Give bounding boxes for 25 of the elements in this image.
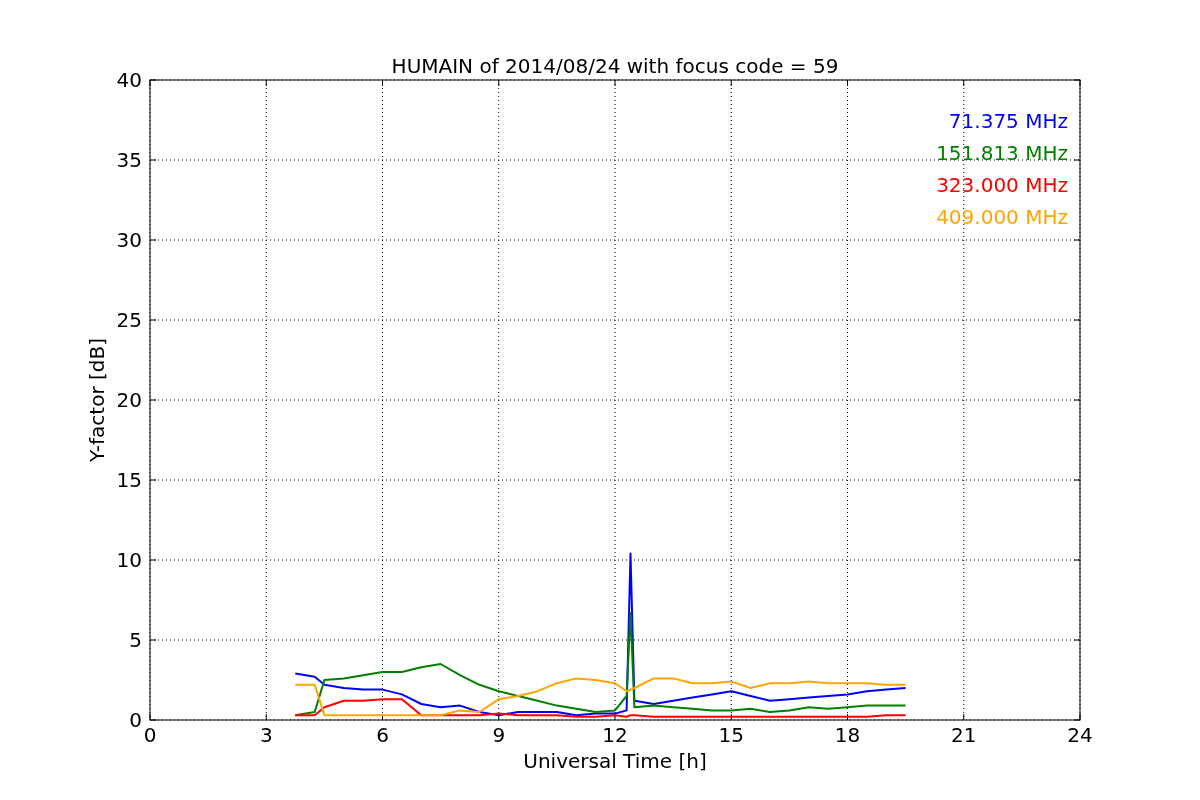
tick-label: 18 — [834, 723, 861, 747]
tick-label: 12 — [602, 723, 628, 747]
tick-label: 40 — [116, 68, 142, 92]
tick-label: 25 — [116, 308, 142, 332]
tick-label: 20 — [116, 388, 142, 412]
tick-label: 24 — [1067, 723, 1093, 747]
tick-label: 6 — [376, 723, 389, 747]
tick-label: 21 — [951, 723, 977, 747]
legend-label: 409.000 MHz — [936, 205, 1068, 229]
tick-label: 10 — [116, 548, 142, 572]
tick-label: 35 — [116, 148, 142, 172]
tick-label: 3 — [259, 723, 273, 747]
tick-label: 5 — [129, 628, 142, 652]
tick-label: 30 — [116, 228, 142, 252]
tick-label: 15 — [116, 468, 142, 492]
tick-label: 0 — [129, 708, 142, 732]
legend-label: 323.000 MHz — [936, 173, 1068, 197]
legend-label: 151.813 MHz — [936, 141, 1068, 165]
axis-label: Y-factor [dB] — [85, 338, 109, 462]
tick-label: 9 — [492, 723, 506, 747]
chart-title: HUMAIN of 2014/08/24 with focus code = 59 — [391, 54, 839, 78]
tick-label: 0 — [143, 723, 157, 747]
tick-label: 15 — [718, 723, 744, 747]
legend-label: 71.375 MHz — [948, 109, 1068, 133]
axis-label: Universal Time [h] — [523, 749, 707, 773]
